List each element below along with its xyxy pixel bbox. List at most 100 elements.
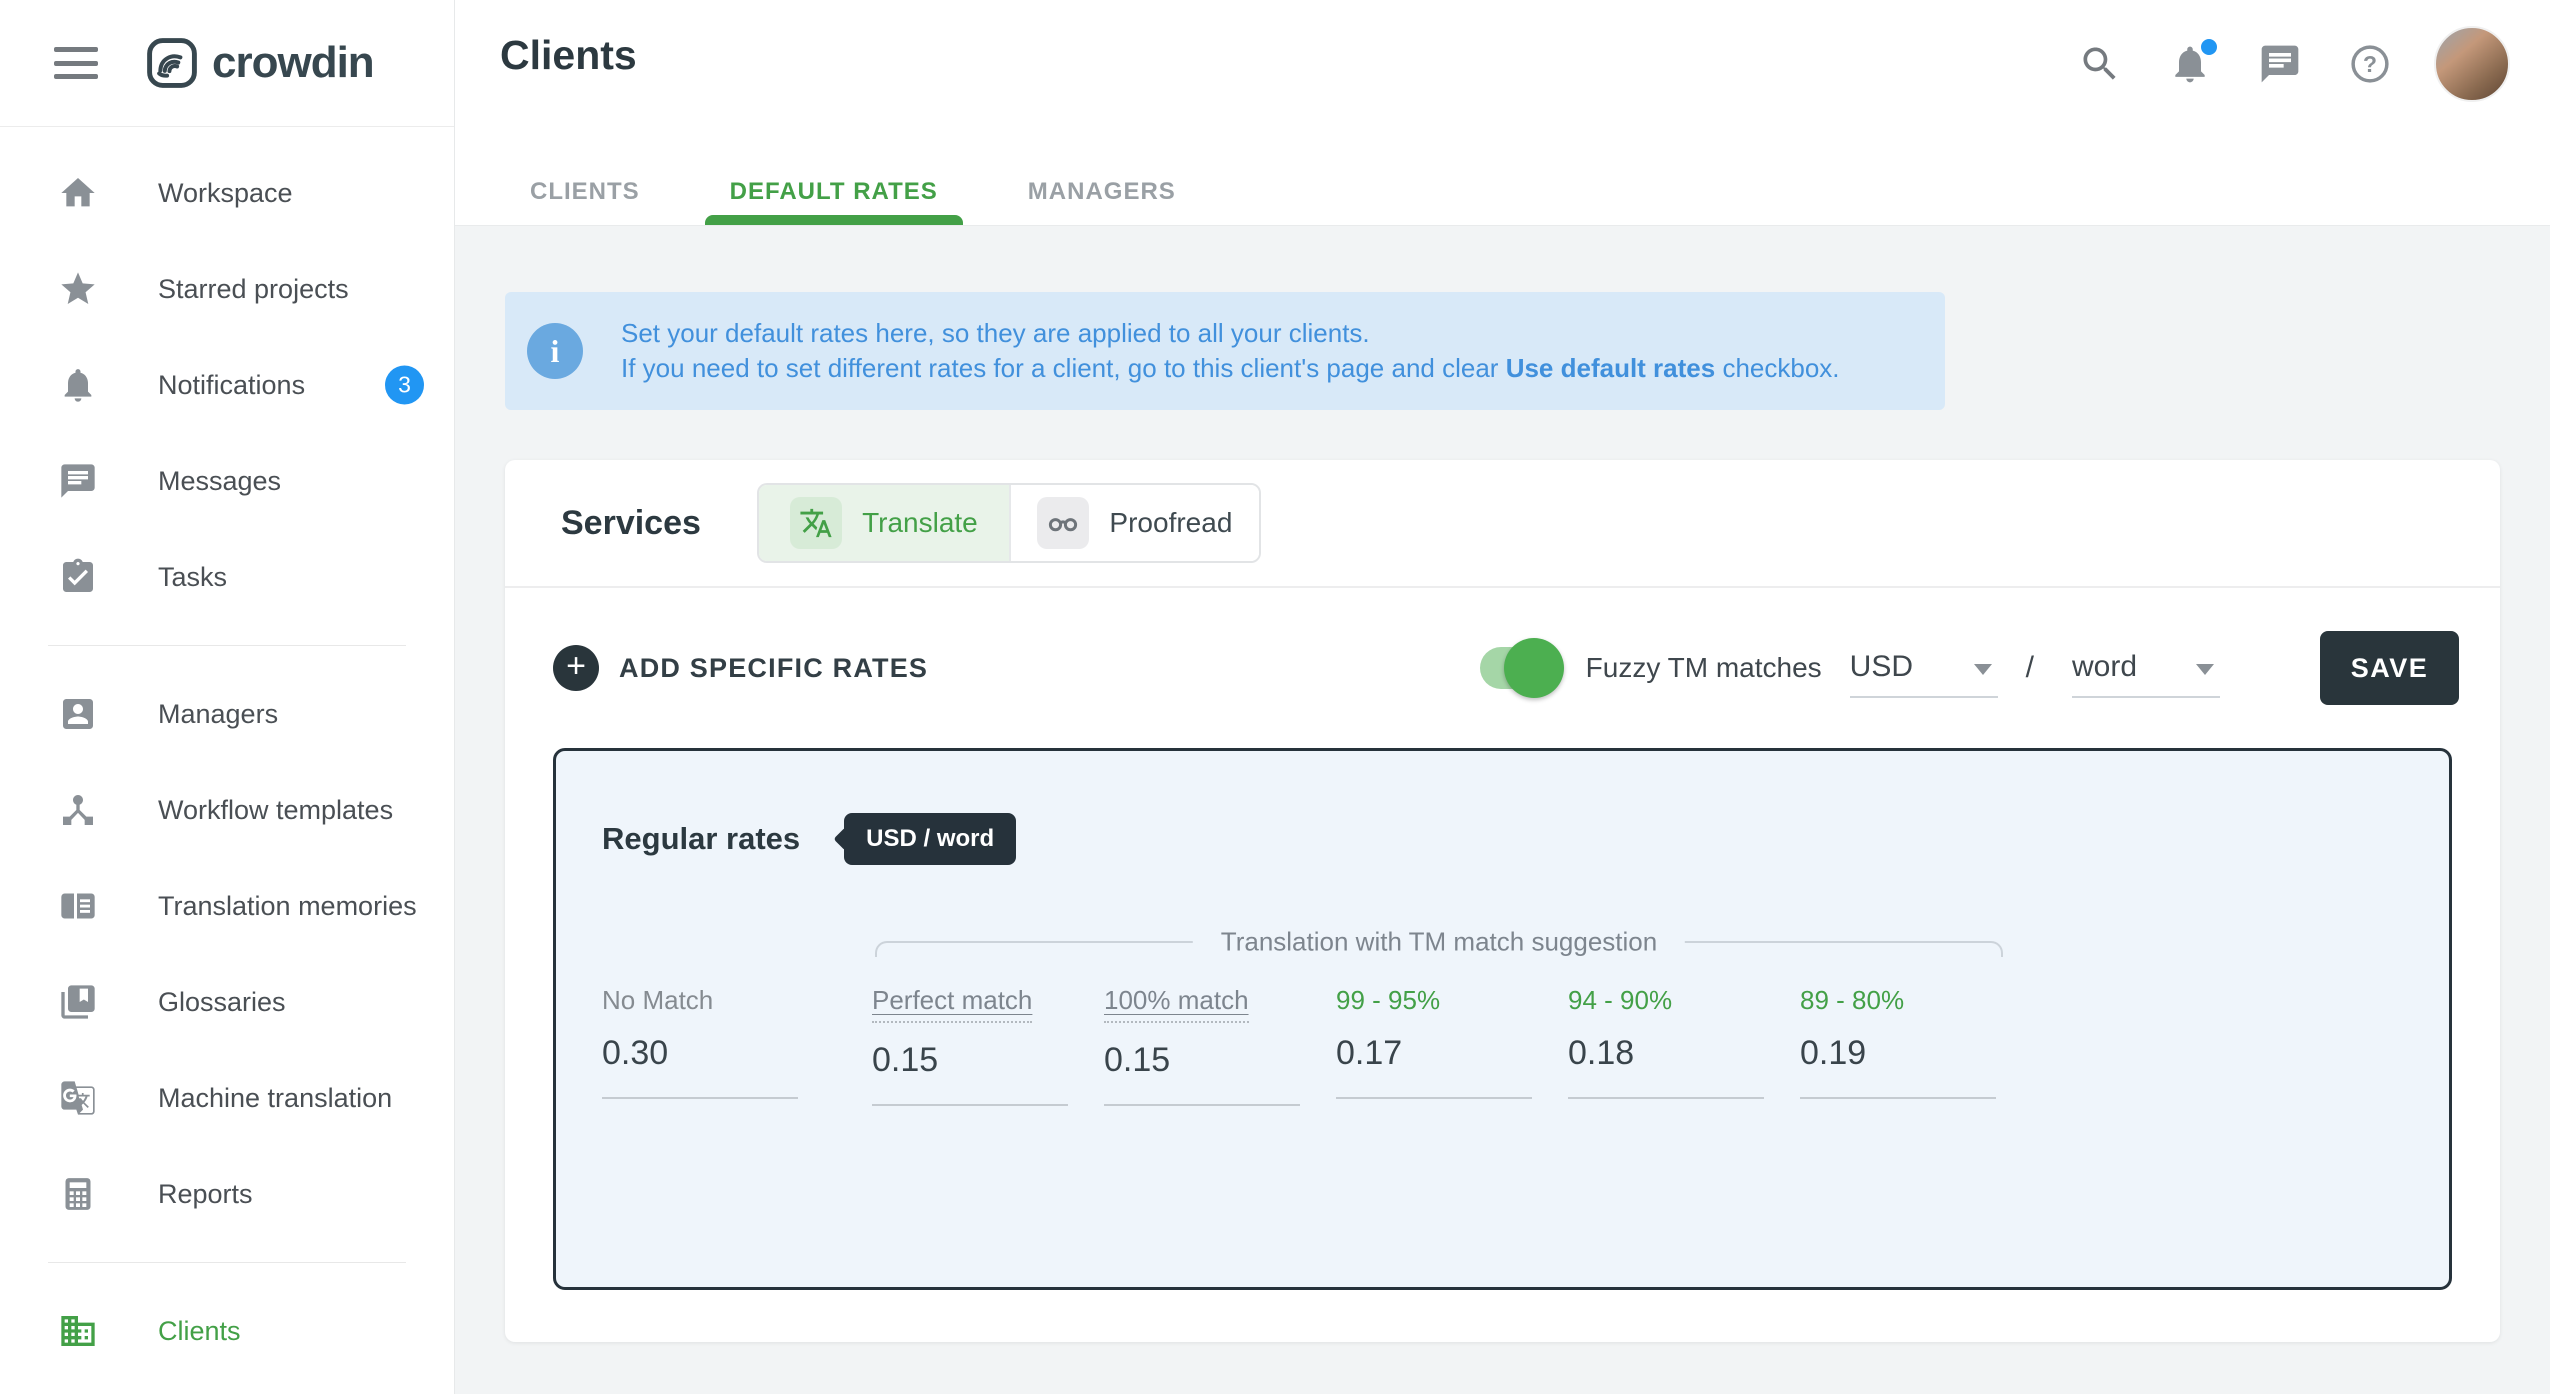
sidebar-item-label: Workspace (158, 178, 293, 209)
services-row: Services Translate Proofread (505, 460, 2500, 588)
tm-match-group-label: Translation with TM match suggestion (1193, 927, 1685, 958)
crowdin-logo[interactable]: crowdin (144, 35, 374, 91)
rates-toolbar: + ADD SPECIFIC RATES Fuzzy TM matches US… (505, 588, 2500, 748)
chevron-down-icon (1974, 664, 1992, 675)
sidebar-divider (48, 645, 406, 646)
sidebar-item-label: Notifications (158, 370, 305, 401)
rate-column-99-95: 99 - 95% (1336, 985, 1568, 1106)
sidebar-header: crowdin (0, 0, 454, 127)
sidebar-item-label: Starred projects (158, 274, 349, 305)
service-switcher: Translate Proofread (757, 483, 1261, 563)
sidebar-item-starred-projects[interactable]: Starred projects (0, 241, 454, 337)
message-icon (58, 461, 98, 501)
rate-label: 100% match (1104, 985, 1249, 1023)
info-banner-text: Set your default rates here, so they are… (621, 316, 1840, 386)
sidebar-item-translation-memories[interactable]: Translation memories (0, 858, 454, 954)
regular-rates-header: Regular rates USD / word (602, 813, 2449, 865)
info-line-2: If you need to set different rates for a… (621, 351, 1840, 386)
sidebar-item-notifications[interactable]: Notifications 3 (0, 337, 454, 433)
rate-label: No Match (602, 985, 713, 1016)
notifications-bell-icon[interactable] (2166, 40, 2214, 88)
service-label: Proofread (1109, 507, 1232, 539)
sidebar-item-managers[interactable]: Managers (0, 666, 454, 762)
reports-icon (58, 1174, 98, 1214)
info-icon: i (527, 323, 583, 379)
sidebar-item-label: Reports (158, 1179, 253, 1210)
regular-rates-panel: Regular rates USD / word Translation wit… (553, 748, 2452, 1290)
tab-clients[interactable]: CLIENTS (505, 159, 665, 225)
hamburger-menu-icon[interactable] (54, 47, 98, 79)
crowdin-logo-icon (144, 35, 200, 91)
sidebar-item-reports[interactable]: Reports (0, 1146, 454, 1242)
rate-input-100-match[interactable] (1104, 1039, 1300, 1106)
info-line-2-bold: Use default rates (1506, 353, 1716, 383)
currency-select[interactable]: USD (1850, 638, 1998, 698)
tab-managers[interactable]: MANAGERS (1003, 159, 1201, 225)
home-icon (58, 173, 98, 213)
sidebar-item-clients[interactable]: Clients (0, 1283, 454, 1379)
sidebar-item-label: Machine translation (158, 1083, 392, 1114)
sidebar-item-label: Clients (158, 1316, 241, 1347)
sidebar-item-label: Tasks (158, 562, 227, 593)
svg-text:?: ? (2363, 51, 2377, 77)
default-rates-card: Services Translate Proofread (505, 460, 2500, 1342)
managers-icon (58, 694, 98, 734)
sidebar-nav: Workspace Starred projects Notifications… (0, 127, 454, 1379)
translation-memory-icon (58, 886, 98, 926)
messages-icon[interactable] (2256, 40, 2304, 88)
tasks-icon (58, 557, 98, 597)
rate-input-no-match[interactable] (602, 1032, 798, 1099)
info-line-2-prefix: If you need to set different rates for a… (621, 353, 1506, 383)
notifications-count-badge: 3 (385, 366, 424, 405)
machine-translation-icon (58, 1078, 98, 1118)
service-proofread-button[interactable]: Proofread (1009, 485, 1259, 561)
rate-label: 89 - 80% (1800, 985, 1904, 1016)
info-banner: i Set your default rates here, so they a… (505, 292, 1945, 410)
sidebar-item-label: Workflow templates (158, 795, 393, 826)
service-label: Translate (862, 507, 978, 539)
user-avatar[interactable] (2434, 26, 2510, 102)
sidebar-item-machine-translation[interactable]: Machine translation (0, 1050, 454, 1146)
sidebar-item-glossaries[interactable]: Glossaries (0, 954, 454, 1050)
rate-column-100-match: 100% match (1104, 985, 1336, 1106)
rate-input-89-80[interactable] (1800, 1032, 1996, 1099)
rates-columns: No Match Perfect match 100% match 99 - 9… (602, 985, 2449, 1106)
rate-input-99-95[interactable] (1336, 1032, 1532, 1099)
sidebar-item-label: Translation memories (158, 891, 417, 922)
tab-default-rates[interactable]: DEFAULT RATES (705, 159, 963, 225)
sidebar-item-workspace[interactable]: Workspace (0, 145, 454, 241)
workflow-icon (58, 790, 98, 830)
fuzzy-tm-toggle[interactable] (1480, 647, 1560, 689)
clients-icon (58, 1311, 98, 1351)
rate-column-no-match: No Match (602, 985, 872, 1106)
unit-value: word (2072, 650, 2137, 684)
crowdin-logo-text: crowdin (212, 38, 374, 88)
page-title: Clients (500, 32, 637, 79)
sidebar-item-tasks[interactable]: Tasks (0, 529, 454, 625)
rate-label: Perfect match (872, 985, 1032, 1023)
save-button[interactable]: SAVE (2320, 631, 2459, 705)
add-specific-rates-button[interactable]: + ADD SPECIFIC RATES (553, 645, 928, 691)
proofread-glasses-icon (1037, 497, 1089, 549)
add-specific-rates-label: ADD SPECIFIC RATES (619, 653, 928, 684)
rate-column-perfect-match: Perfect match (872, 985, 1104, 1106)
rate-input-perfect-match[interactable] (872, 1039, 1068, 1106)
currency-value: USD (1850, 650, 1913, 684)
unread-notifications-dot (2198, 36, 2220, 58)
rate-input-94-90[interactable] (1568, 1032, 1764, 1099)
service-translate-button[interactable]: Translate (759, 485, 1009, 561)
sidebar-item-messages[interactable]: Messages (0, 433, 454, 529)
unit-select[interactable]: word (2072, 638, 2220, 698)
help-icon[interactable]: ? (2346, 40, 2394, 88)
services-title: Services (561, 504, 701, 543)
tm-match-bracket: Translation with TM match suggestion (875, 941, 2003, 957)
search-icon[interactable] (2076, 40, 2124, 88)
sidebar-item-workflow-templates[interactable]: Workflow templates (0, 762, 454, 858)
sidebar-divider (48, 1262, 406, 1263)
glossary-icon (58, 982, 98, 1022)
fuzzy-tm-label: Fuzzy TM matches (1586, 652, 1822, 684)
sidebar-item-label: Glossaries (158, 987, 286, 1018)
rate-label: 94 - 90% (1568, 985, 1672, 1016)
main-content: i Set your default rates here, so they a… (455, 226, 2550, 1394)
sidebar: crowdin Workspace Starred projects Notif… (0, 0, 455, 1394)
